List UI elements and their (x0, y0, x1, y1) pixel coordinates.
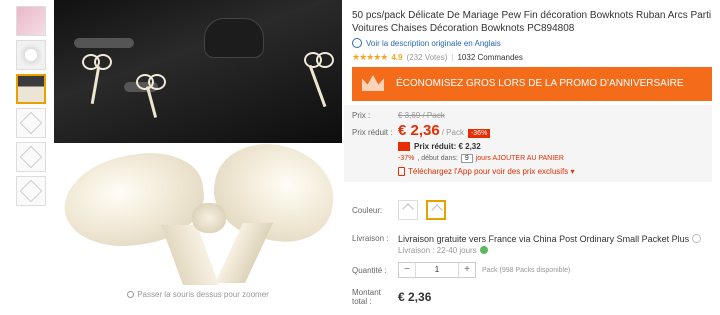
rating-stars-icon: ★★★★★ (352, 52, 388, 62)
total-label: Montant total : (352, 288, 381, 306)
current-price: € 2,36 (398, 122, 440, 139)
app-link-text[interactable]: Téléchargez l'App pour voir des prix exc… (408, 167, 575, 176)
translate-icon (352, 38, 362, 48)
original-price-row: Prix : € 3,69 / Pack (352, 111, 712, 120)
increase-button[interactable]: + (459, 263, 475, 277)
reduced-price-row: Prix réduit : € 2,36 / Pack -36% (352, 122, 712, 139)
bow-decoration (136, 70, 166, 92)
rating-separator: | (451, 53, 454, 62)
product-info: 50 pcs/pack Délicate De Mariage Pew Fin … (344, 0, 712, 182)
car-photo (54, 0, 342, 143)
countdown-days: 9 (460, 154, 473, 163)
help-icon[interactable] (479, 246, 488, 254)
phone-icon (398, 167, 405, 176)
color-option-1[interactable] (398, 200, 418, 220)
thumbnail-5[interactable] (16, 142, 46, 172)
bow-icon (431, 204, 443, 216)
price-tag-icon (398, 142, 410, 151)
bow-icon (19, 111, 43, 135)
thumbnail-1[interactable] (16, 6, 46, 36)
shipping-label: Livraison : (352, 234, 389, 243)
color-option-2[interactable] (426, 200, 446, 220)
bow-tail (161, 225, 219, 285)
promo-banner: ÉCONOMISEZ GROS LORS DE LA PROMO D'ANNIV… (352, 67, 712, 101)
original-link-text[interactable]: Voir la description originale en Anglais (366, 39, 501, 48)
bow-knot (192, 203, 226, 233)
orders-count: 1032 Commandes (457, 53, 523, 62)
rating-score: 4.9 (391, 53, 403, 62)
satin-bow-photo (54, 135, 342, 287)
original-price: € 3,69 / Pack (398, 111, 445, 120)
door-handle (74, 38, 134, 48)
bow-icon (19, 145, 43, 169)
bow-icon (19, 179, 43, 203)
shipping-row: Livraison : Livraison gratuite vers Fran… (352, 234, 702, 255)
price-box: Prix : € 3,69 / Pack Prix réduit : € 2,3… (344, 105, 712, 182)
zoom-hint: Passer la souris dessus pour zoomer (54, 290, 342, 299)
shipping-details: Livraison gratuite vers France via China… (398, 234, 702, 255)
promo-text: ÉCONOMISEZ GROS LORS DE LA PROMO D'ANNIV… (396, 78, 684, 89)
product-title: 50 pcs/pack Délicate De Mariage Pew Fin … (352, 10, 712, 34)
countdown-row: -37% , début dans: 9 jours AJOUTER AU PA… (398, 154, 712, 163)
countdown-text: , début dans: (417, 155, 458, 162)
original-description-link[interactable]: Voir la description originale en Anglais (352, 38, 712, 48)
bow-icon (402, 203, 414, 215)
bow-tail (215, 223, 273, 283)
thumbnail-4[interactable] (16, 108, 46, 138)
bow-loop (206, 135, 342, 250)
delivery-time: Livraison : 22-40 jours (398, 246, 701, 255)
price-label: Prix : (352, 111, 371, 120)
thumbnail-2[interactable] (16, 40, 46, 70)
total-price: € 2,36 (398, 290, 432, 304)
shipping-method[interactable]: Livraison gratuite vers France via China… (398, 234, 702, 244)
promo-price-row: Prix réduit: € 2,32 (398, 142, 712, 151)
thumbnail-3[interactable] (16, 74, 46, 104)
add-to-cart-link[interactable]: jours AJOUTER AU PANIER (476, 155, 564, 162)
rating-votes[interactable]: (232 Votes) (406, 53, 447, 62)
crown-icon (358, 73, 388, 95)
decrease-button[interactable]: − (399, 263, 415, 277)
magnifier-icon (127, 291, 135, 298)
app-download-link[interactable]: Téléchargez l'App pour voir des prix exc… (398, 167, 712, 176)
reduced-price-label: Prix réduit : (352, 128, 393, 137)
price-unit: / Pack (441, 128, 464, 137)
thumbnail-6[interactable] (16, 176, 46, 206)
shipping-method-text[interactable]: Livraison gratuite vers France via China… (398, 234, 689, 244)
countdown-discount: -37% (398, 155, 415, 162)
quantity-row: Quantité : − 1 + Pack (998 Packs disponi… (352, 262, 570, 278)
zoom-hint-text: Passer la souris dessus pour zoomer (137, 290, 269, 299)
main-product-image[interactable] (54, 0, 342, 287)
chevron-down-icon[interactable] (692, 234, 702, 243)
color-label: Couleur: (352, 205, 383, 215)
promo-price: Prix réduit: € 2,32 (414, 142, 481, 151)
ribbon-tail (308, 64, 327, 108)
delivery-time-text: Livraison : 22-40 jours (398, 246, 477, 255)
color-row: Couleur: (352, 200, 454, 220)
car-mirror (204, 18, 264, 58)
availability-text: Pack (998 Packs disponible) (482, 266, 571, 274)
thumbnail-list (16, 6, 50, 210)
quantity-stepper: − 1 + (398, 262, 476, 278)
total-row: Montant total : € 2,36 (352, 288, 431, 306)
quantity-label: Quantité : (352, 265, 387, 275)
quantity-input[interactable]: 1 (415, 263, 459, 277)
discount-badge: -36% (467, 129, 491, 138)
rating-row: ★★★★★ 4.9 (232 Votes) | 1032 Commandes (352, 52, 712, 63)
